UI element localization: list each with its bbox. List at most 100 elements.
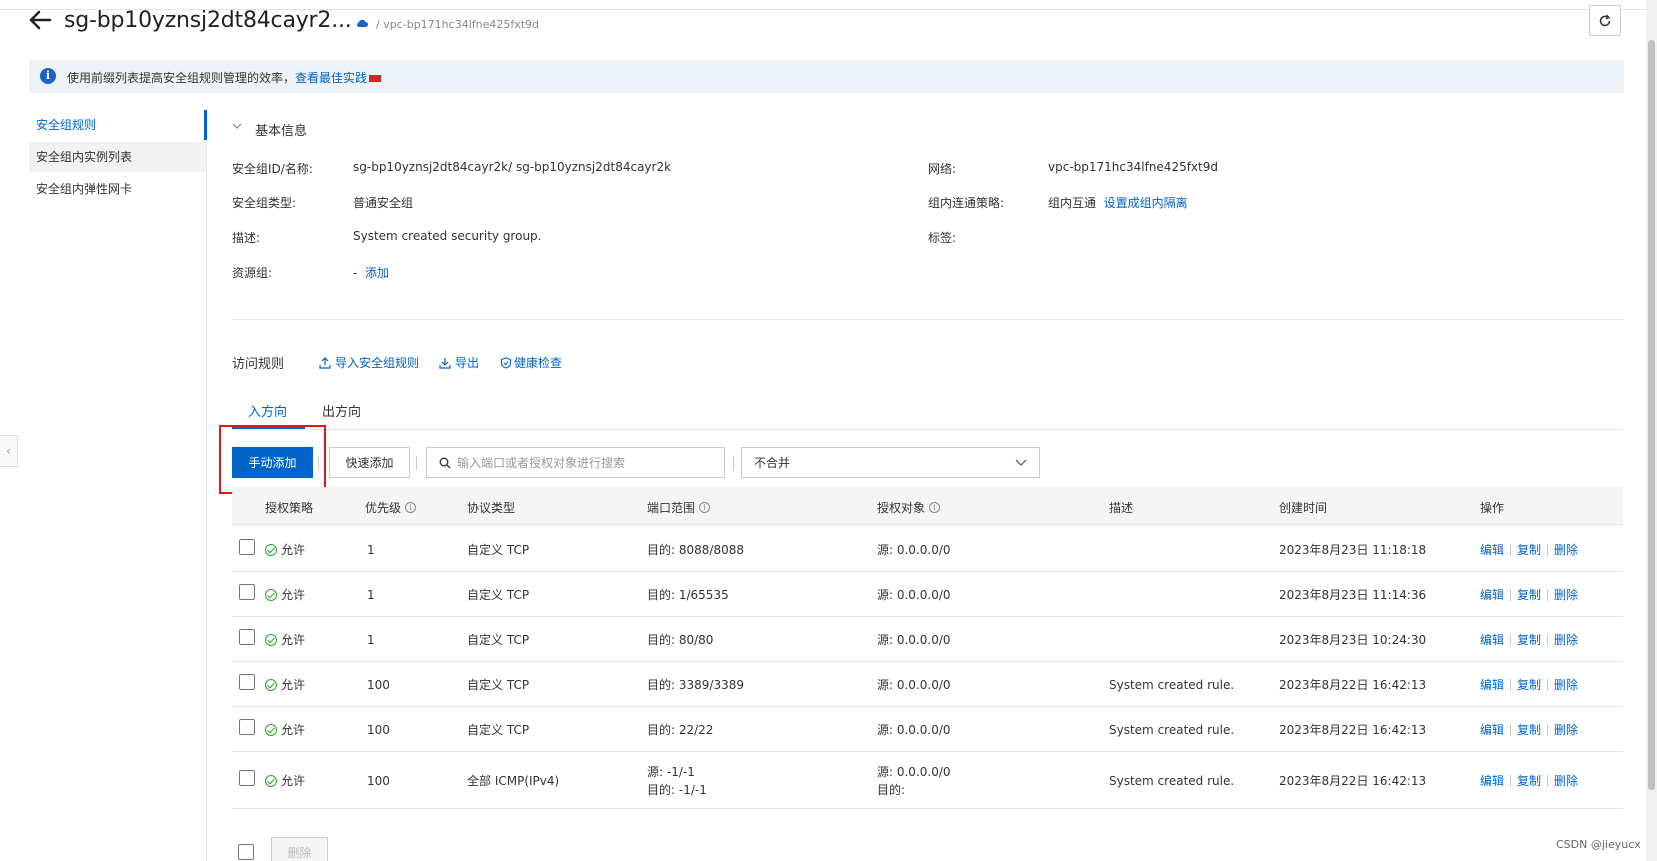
port-source: 源: -1/-1 [647, 765, 695, 779]
action-divider [1510, 775, 1512, 787]
info-icon[interactable]: i [699, 502, 711, 513]
export-label: 导出 [455, 356, 480, 370]
col-auth-label: 授权对象 [877, 501, 926, 515]
refresh-button[interactable] [1589, 5, 1621, 36]
import-rules-label: 导入安全组规则 [335, 356, 420, 370]
notice-text: 使用前缀列表提高安全组规则管理的效率，查看最佳实践 [67, 69, 382, 86]
basic-info-title: 基本信息 [255, 124, 308, 139]
import-rules-link[interactable]: 导入安全组规则 [319, 354, 419, 371]
row-checkbox[interactable] [239, 719, 255, 735]
sidebar-divider [206, 108, 207, 861]
priority-cell: 1 [367, 543, 375, 557]
created-cell: 2023年8月22日 16:42:13 [1279, 723, 1427, 737]
row-checkbox[interactable] [239, 674, 255, 690]
back-arrow-icon[interactable] [26, 6, 54, 36]
delete-link[interactable]: 删除 [1554, 772, 1578, 790]
copy-link[interactable]: 复制 [1517, 721, 1541, 739]
toolbar-separator [733, 456, 734, 470]
info-icon[interactable]: i [929, 502, 941, 513]
best-practice-link[interactable]: 查看最佳实践 [295, 71, 367, 85]
download-icon [439, 357, 451, 369]
port-cell: 目的: 80/80 [647, 633, 714, 647]
toolbar-separator [318, 456, 319, 470]
col-auth: 授权对象 i [877, 499, 941, 516]
edit-link[interactable]: 编辑 [1480, 721, 1504, 739]
copy-link[interactable]: 复制 [1517, 676, 1541, 694]
created-cell: 2023年8月22日 16:42:13 [1279, 678, 1427, 692]
sidebar-item-instances[interactable]: 安全组内实例列表 [29, 142, 207, 172]
table-row: 允许 100 全部 ICMP(IPv4) 源: -1/-1 目的: -1/-1 源… [232, 752, 1623, 809]
row-checkbox[interactable] [239, 539, 255, 555]
auth-cell: 源: 0.0.0.0/0 目的: [877, 763, 951, 799]
chevron-down-icon[interactable] [232, 121, 242, 131]
delete-link[interactable]: 删除 [1554, 541, 1578, 559]
col-port-label: 端口范围 [647, 501, 696, 515]
policy-text: 组内互通 [1048, 196, 1097, 210]
bulk-delete-button[interactable]: 删除 [271, 837, 328, 861]
policy-text: 允许 [281, 723, 306, 737]
toolbar-separator [416, 456, 417, 470]
edit-link[interactable]: 编辑 [1480, 772, 1504, 790]
info-icon[interactable]: i [405, 502, 417, 513]
delete-link[interactable]: 删除 [1554, 631, 1578, 649]
edit-link[interactable]: 编辑 [1480, 676, 1504, 694]
created-cell: 2023年8月22日 16:42:13 [1279, 774, 1427, 788]
protocol-cell: 自定义 TCP [467, 588, 530, 602]
policy-cell: 允许 [265, 676, 305, 694]
sidebar-item-eni[interactable]: 安全组内弹性网卡 [29, 174, 207, 204]
desc-value: System created security group. [353, 229, 542, 243]
tab-outbound[interactable]: 出方向 [322, 401, 361, 420]
search-icon [439, 457, 451, 468]
search-input[interactable] [457, 455, 707, 470]
auth-cell: 源: 0.0.0.0/0 [877, 723, 951, 737]
resource-group-label: 资源组: [232, 266, 273, 280]
manual-add-button[interactable]: 手动添加 [232, 447, 313, 478]
row-actions: 编辑 复制 删除 [1480, 631, 1578, 649]
priority-cell: 1 [367, 633, 375, 647]
export-link[interactable]: 导出 [439, 354, 479, 371]
edit-link[interactable]: 编辑 [1480, 631, 1504, 649]
edit-link[interactable]: 编辑 [1480, 541, 1504, 559]
search-field[interactable] [426, 447, 725, 478]
sidebar-item-security-rules[interactable]: 安全组规则 [29, 110, 207, 140]
row-checkbox[interactable] [239, 629, 255, 645]
delete-link[interactable]: 删除 [1554, 676, 1578, 694]
row-checkbox[interactable] [239, 770, 255, 786]
policy-text: 允许 [281, 678, 306, 692]
edit-link[interactable]: 编辑 [1480, 586, 1504, 604]
port-cell: 目的: 22/22 [647, 723, 714, 737]
policy-cell: 允许 [265, 772, 305, 790]
tab-inbound[interactable]: 入方向 [248, 401, 287, 420]
sidebar-collapse-toggle[interactable]: ‹ [0, 435, 18, 467]
priority-cell: 100 [367, 723, 390, 737]
vpc-breadcrumb[interactable]: / vpc-bp171hc34lfne425fxt9d [376, 18, 539, 31]
info-icon: i [40, 68, 56, 84]
policy-cell: 允许 [265, 631, 305, 649]
chevron-left-icon: ‹ [6, 444, 11, 458]
copy-link[interactable]: 复制 [1517, 541, 1541, 559]
created-cell: 2023年8月23日 10:24:30 [1279, 633, 1427, 647]
copy-link[interactable]: 复制 [1517, 631, 1541, 649]
add-resource-group-link[interactable]: 添加 [365, 266, 389, 280]
policy-text: 允许 [281, 774, 306, 788]
select-all-checkbox[interactable] [238, 844, 254, 860]
action-divider [1547, 724, 1549, 736]
copy-link[interactable]: 复制 [1517, 772, 1541, 790]
quick-add-button[interactable]: 快速添加 [329, 447, 410, 478]
delete-link[interactable]: 删除 [1554, 586, 1578, 604]
priority-cell: 1 [367, 588, 375, 602]
health-check-link[interactable]: 健康检查 [500, 354, 562, 371]
delete-link[interactable]: 删除 [1554, 721, 1578, 739]
set-isolation-link[interactable]: 设置成组内隔离 [1104, 196, 1188, 210]
check-circle-icon [265, 724, 277, 736]
desc-cell: System created rule. [1109, 678, 1235, 692]
row-checkbox[interactable] [239, 584, 255, 600]
row-actions: 编辑 复制 删除 [1480, 586, 1578, 604]
scrollbar-thumb[interactable] [1648, 40, 1655, 790]
merge-select[interactable]: 不合并 [741, 447, 1040, 478]
copy-link[interactable]: 复制 [1517, 586, 1541, 604]
auth-cell: 源: 0.0.0.0/0 [877, 633, 951, 647]
protocol-cell: 自定义 TCP [467, 723, 530, 737]
policy-label: 组内连通策略: [928, 196, 1005, 210]
protocol-cell: 全部 ICMP(IPv4) [467, 774, 560, 788]
